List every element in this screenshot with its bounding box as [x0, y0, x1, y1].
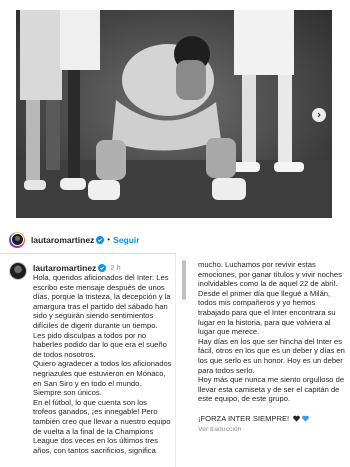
caption-avatar[interactable]	[9, 262, 27, 280]
author-username[interactable]: lautaromartinez	[31, 235, 94, 245]
follow-button[interactable]: Seguir	[113, 235, 139, 245]
caption-closing: ¡FORZA INTER SIEMPRE!	[198, 414, 346, 424]
black-heart-icon	[293, 415, 300, 422]
verified-badge-icon	[96, 235, 105, 244]
player-photo-illustration	[16, 10, 332, 218]
caption-username[interactable]: lautaromartinez	[33, 263, 96, 273]
caption-paragraph: En el fútbol, lo que cuenta son los trof…	[33, 397, 171, 455]
separator-dot: •	[107, 235, 111, 244]
post-photo[interactable]	[16, 10, 332, 218]
caption-paragraph: Siempre son únicos.	[33, 388, 102, 398]
caption-paragraph: mucho. Luchamos por revivir estas emocio…	[198, 260, 342, 289]
caption-paragraph: Hay días en los que ser hincha del Inter…	[198, 336, 345, 375]
caption-paragraph: Hola, queridos aficionados del Inter: Le…	[33, 273, 171, 330]
see-translation-link[interactable]: Ver traducción	[198, 425, 346, 435]
caption-paragraph: Quiero agradecer a todos los aficionados…	[33, 359, 172, 388]
post-card: lautaromartinez • Seguir lautaromartinez…	[0, 226, 350, 467]
caption-time: 2 h	[110, 263, 121, 272]
scrollbar-thumb[interactable]	[182, 260, 186, 300]
caption-text-right: mucho. Luchamos por revivir estas emocio…	[198, 260, 346, 434]
chevron-right-icon	[317, 112, 321, 118]
closing-text: ¡FORZA INTER SIEMPRE!	[198, 413, 290, 423]
caption-scrollbar[interactable]	[178, 254, 192, 467]
next-image-button[interactable]	[312, 108, 326, 122]
post-header: lautaromartinez • Seguir	[0, 226, 176, 254]
caption-paragraph: Desde el primer día que llegué a Milán, …	[198, 288, 336, 337]
caption-left-column: lautaromartinez 2 h Hola, queridos afici…	[0, 254, 176, 467]
verified-badge-icon	[98, 263, 107, 272]
blue-heart-icon	[302, 415, 309, 422]
author-avatar[interactable]	[9, 231, 25, 248]
caption-paragraph: Les pido disculpas a todos por no haberl…	[33, 330, 167, 359]
caption-text-left: Hola, queridos aficionados del Inter: Le…	[33, 273, 172, 467]
caption-paragraph: Hoy más que nunca me siento orgulloso de…	[198, 375, 345, 404]
